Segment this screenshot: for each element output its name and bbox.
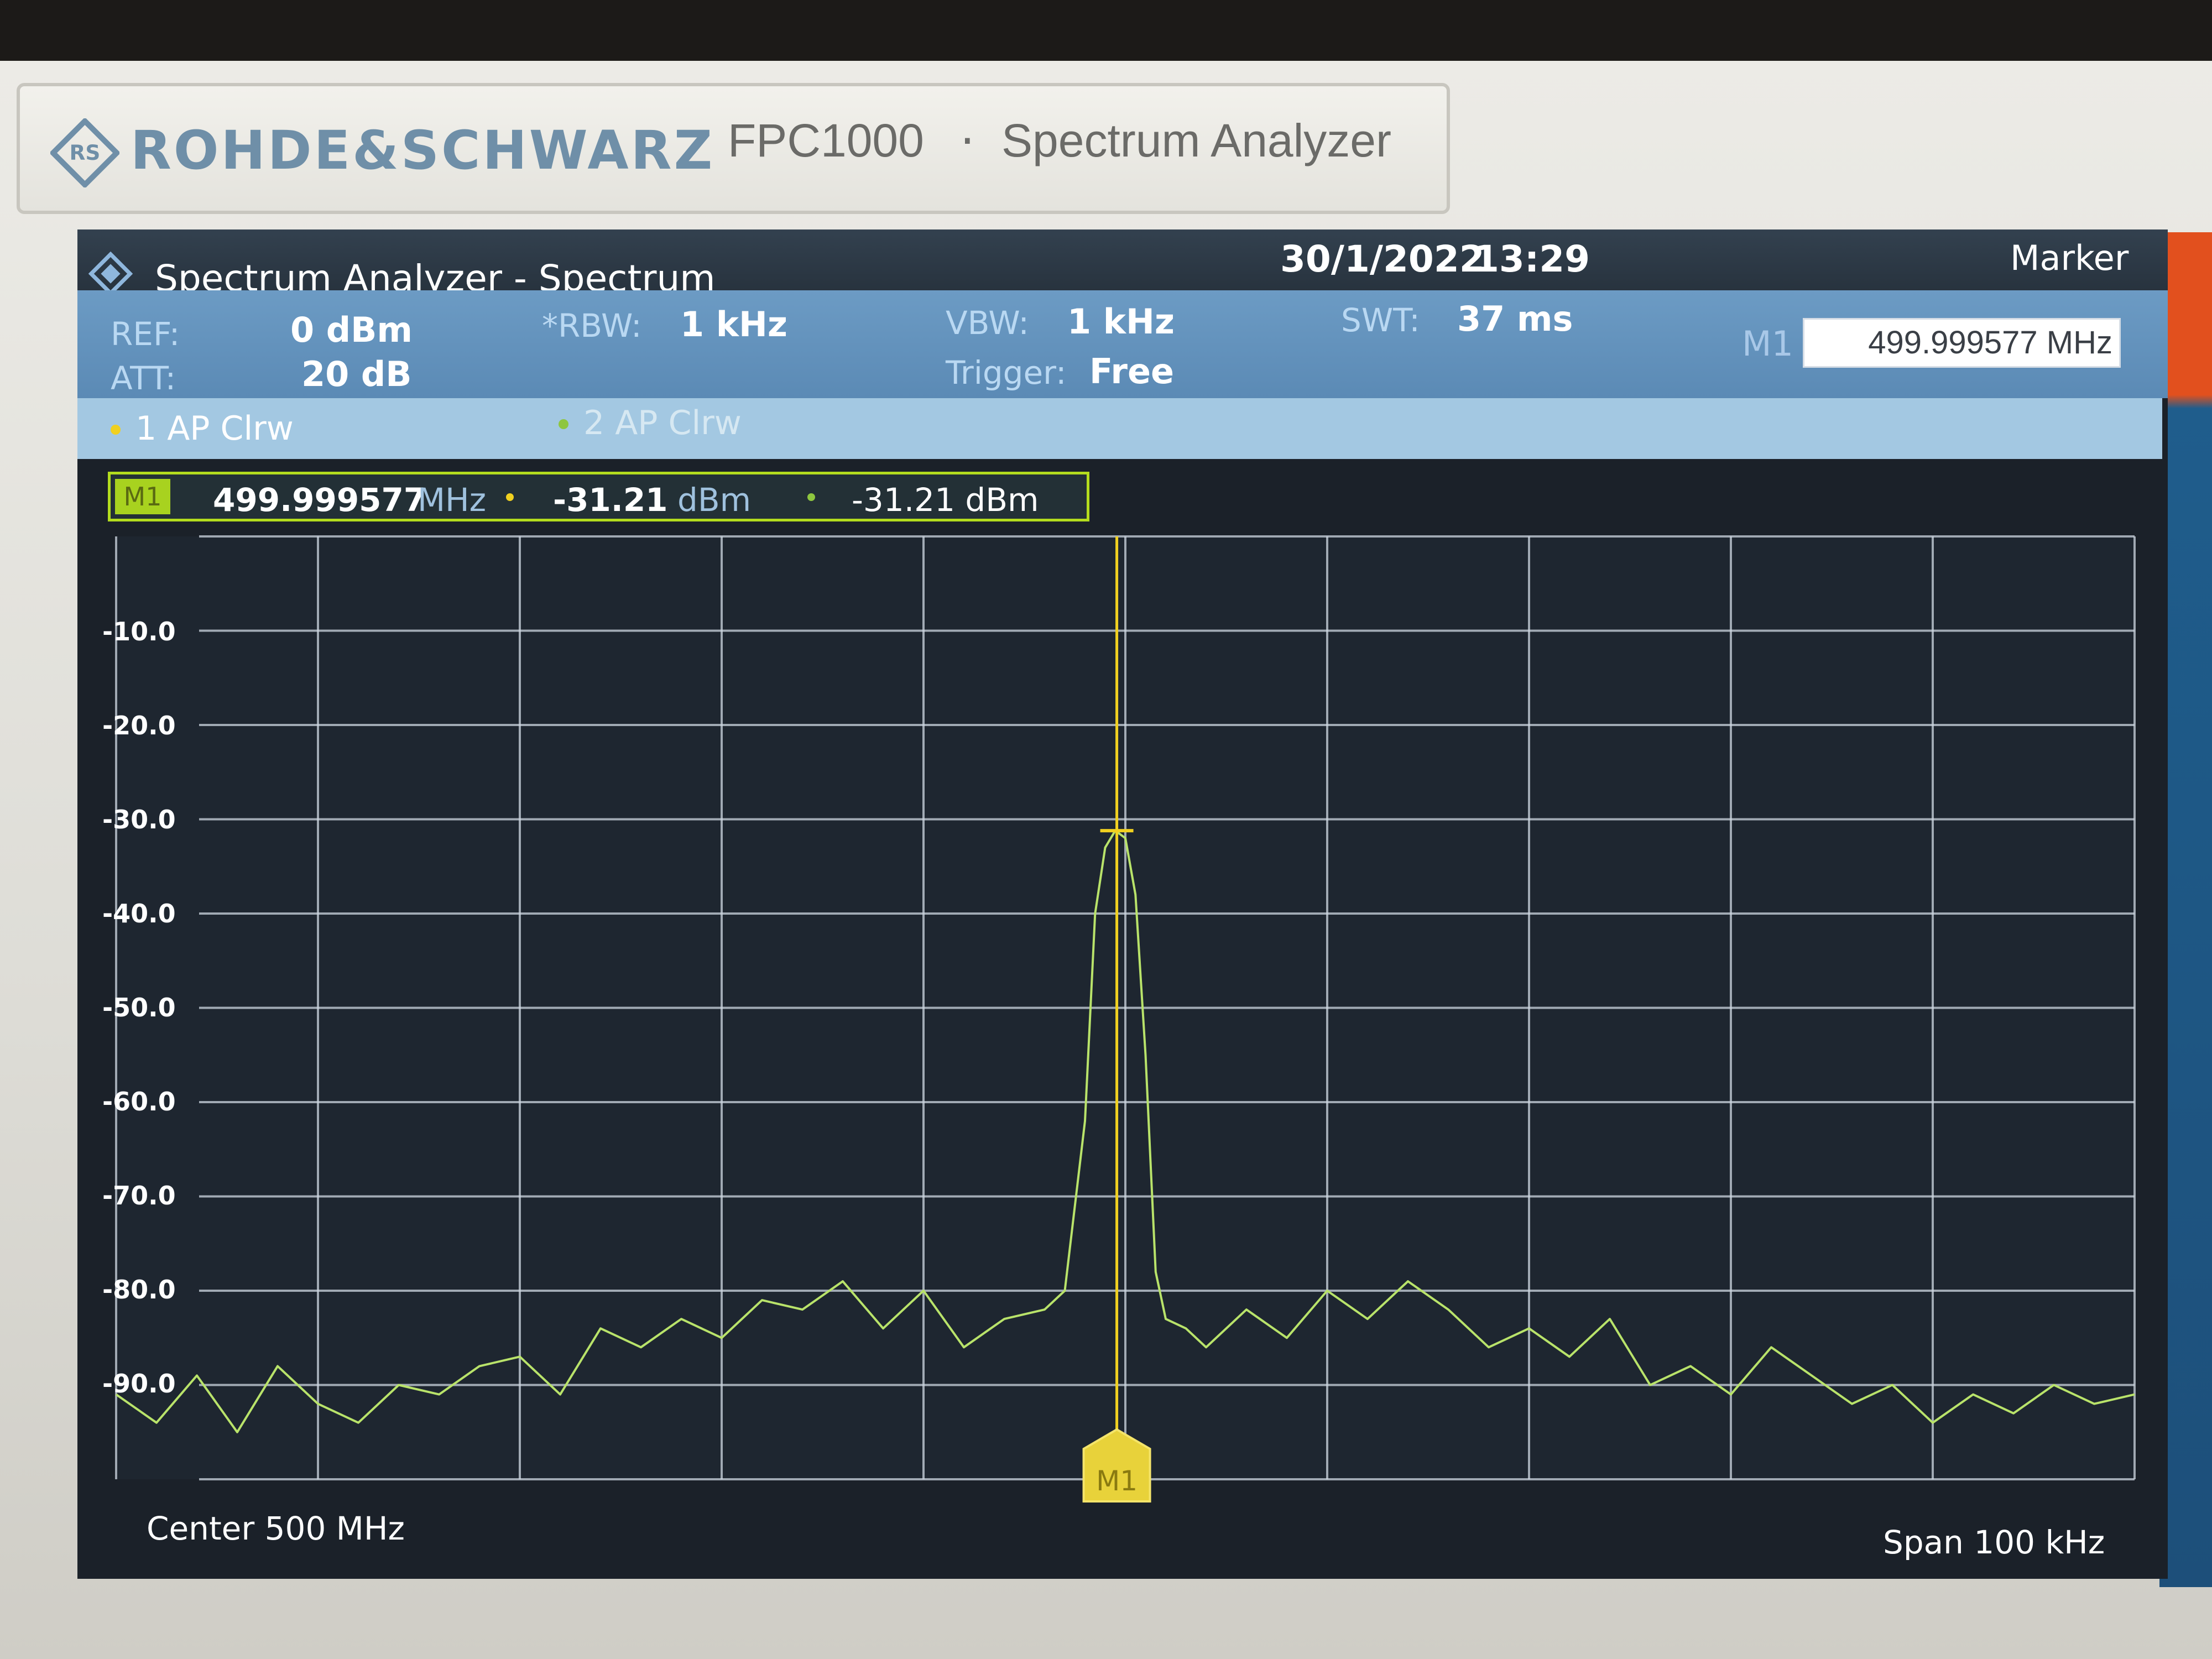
model-name: FPC1000	[728, 114, 924, 166]
spectrum-plot[interactable]: M1	[77, 229, 2168, 1579]
brand-plate: RS ROHDE&SCHWARZ FPC1000 · Spectrum Anal…	[17, 83, 1450, 214]
span-label[interactable]: Span 100 kHz	[1883, 1524, 2105, 1561]
center-frequency-label[interactable]: Center 500 MHz	[147, 1510, 405, 1547]
y-tick-label: -70.0	[102, 1181, 176, 1211]
y-tick-label: -10.0	[102, 617, 176, 646]
product-name: Spectrum Analyzer	[1001, 114, 1391, 166]
y-tick-label: -60.0	[102, 1087, 176, 1117]
svg-text:RS: RS	[70, 140, 101, 165]
y-tick-label: -50.0	[102, 993, 176, 1022]
analyzer-screen: Spectrum Analyzer - Spectrum 30/1/2022 1…	[77, 229, 2168, 1579]
y-tick-label: -40.0	[102, 899, 176, 928]
y-tick-label: -20.0	[102, 711, 176, 740]
brand-name: ROHDE&SCHWARZ	[131, 119, 715, 181]
y-tick-label: -30.0	[102, 805, 176, 834]
rohde-schwarz-logo-icon: RS	[50, 118, 119, 187]
y-tick-label: -90.0	[102, 1369, 176, 1399]
y-tick-label: -80.0	[102, 1275, 176, 1305]
brand-separator: ·	[960, 114, 975, 168]
marker-flag-label: M1	[1096, 1465, 1138, 1497]
